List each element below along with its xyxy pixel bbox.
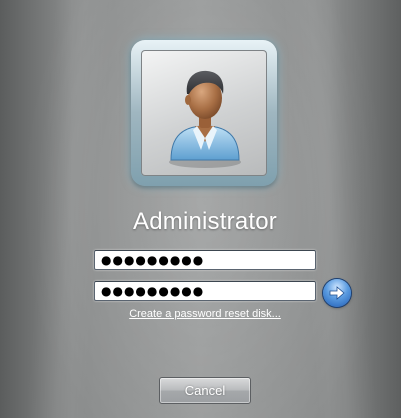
user-picture bbox=[141, 50, 267, 176]
confirm-password-field[interactable]: ●●●●●●●●● bbox=[94, 281, 316, 301]
cancel-button[interactable]: Cancel bbox=[159, 377, 251, 404]
arrow-right-icon bbox=[329, 286, 345, 300]
user-picture-frame bbox=[131, 40, 277, 186]
user-account-icon bbox=[169, 70, 241, 168]
submit-button[interactable] bbox=[323, 279, 351, 307]
password-field[interactable]: ●●●●●●●●● bbox=[94, 250, 316, 270]
user-name: Administrator bbox=[133, 208, 277, 235]
create-password-reset-disk-link[interactable]: Create a password reset disk... bbox=[0, 308, 401, 320]
